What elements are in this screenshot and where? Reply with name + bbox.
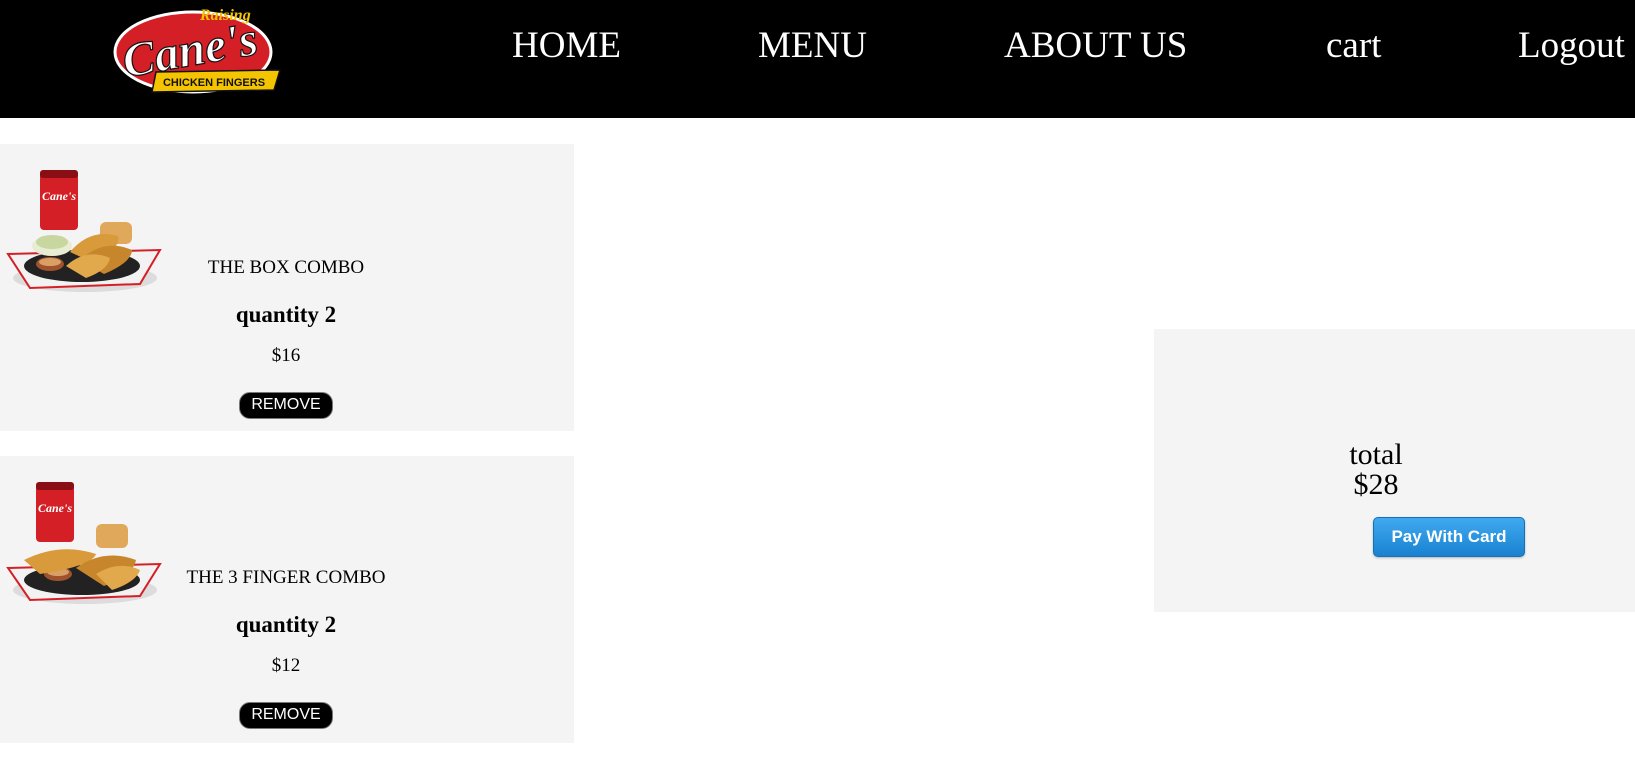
nav-about-us[interactable]: ABOUT US: [1004, 24, 1187, 68]
cart-item: Cane's THE 3 FINGER COMBO quantity 2 $12…: [0, 456, 574, 743]
item-quantity: quantity 2: [235, 612, 337, 637]
total-label: total: [1349, 438, 1403, 471]
box-combo-image: Cane's: [0, 166, 165, 301]
item-name: THE BOX COMBO: [207, 257, 365, 278]
remove-button[interactable]: REMOVE: [239, 702, 333, 729]
nav-home[interactable]: HOME: [512, 24, 621, 68]
nav-logout[interactable]: Logout: [1518, 24, 1625, 68]
svg-text:Cane's: Cane's: [38, 501, 72, 515]
total-value: $28: [1353, 468, 1399, 501]
svg-text:Cane's: Cane's: [42, 189, 76, 203]
canes-logo[interactable]: CHICKEN FINGERS Raising Cane's: [108, 0, 284, 96]
item-quantity: quantity 2: [235, 302, 337, 327]
item-name: THE 3 FINGER COMBO: [186, 567, 386, 588]
item-price: $16: [271, 345, 301, 366]
item-price: $12: [271, 655, 301, 676]
cart-item: Cane's THE BOX COMBO quantity 2 $16 REMO…: [0, 144, 574, 431]
order-summary: total $28 Pay With Card: [1154, 329, 1635, 612]
three-finger-combo-image: Cane's: [0, 478, 165, 613]
site-header: CHICKEN FINGERS Raising Cane's HOME MENU…: [0, 0, 1635, 118]
nav-menu[interactable]: MENU: [758, 24, 867, 68]
remove-button[interactable]: REMOVE: [239, 392, 333, 419]
pay-with-card-button[interactable]: Pay With Card: [1373, 517, 1525, 557]
nav-cart[interactable]: cart: [1326, 24, 1381, 68]
